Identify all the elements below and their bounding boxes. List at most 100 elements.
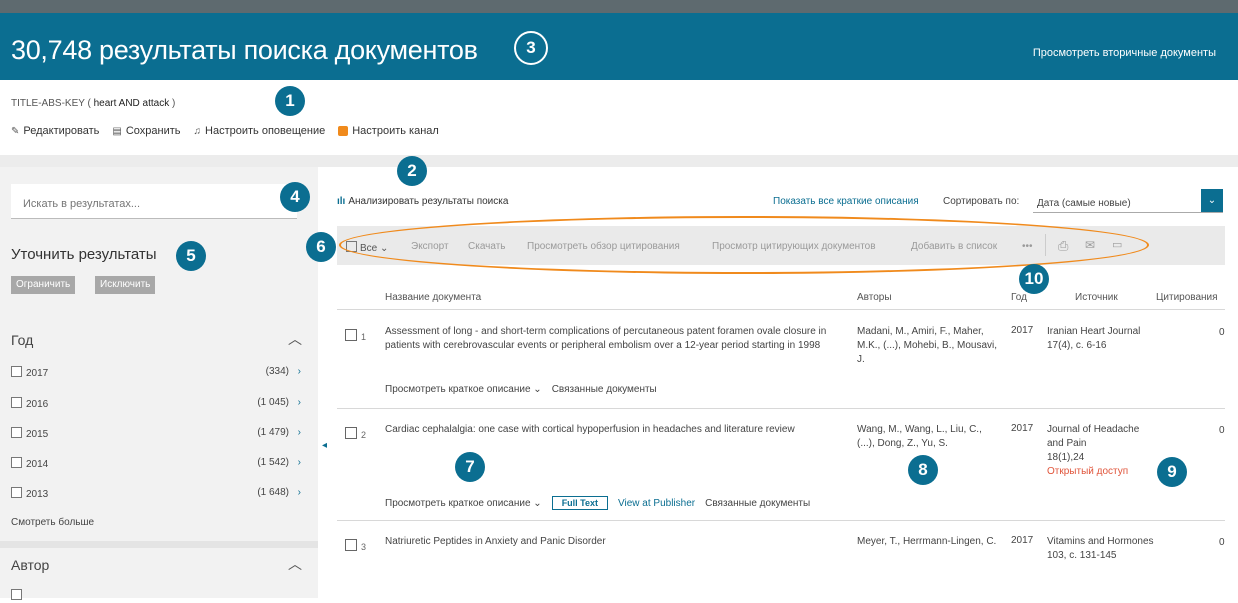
chevron-right-icon: › [297,457,301,468]
results-header: 30,748 результаты поиска документов Прос… [0,13,1238,80]
show-all-abstracts-link[interactable]: Показать все краткие описания [773,196,919,207]
set-alert-button[interactable]: ♫ Настроить оповещение [194,125,326,137]
callout-badge-2: 2 [397,156,427,186]
result-year: 2017 [1011,423,1034,434]
window-top-strip [0,0,1238,13]
view-abstract-link[interactable]: Просмотреть краткое описание ⌄ [385,384,542,395]
show-more-years-link[interactable]: Смотреть больше [11,517,94,528]
result-citations[interactable]: 0 [1219,425,1225,436]
checkbox[interactable] [11,366,22,377]
pencil-icon: ✎ [11,125,20,137]
result-checkbox[interactable] [345,427,357,439]
checkbox[interactable] [11,487,22,498]
chevron-right-icon: › [297,397,301,408]
facet-year-2014[interactable]: 2014 (1 542) › [11,457,301,471]
result-year: 2017 [1011,535,1034,546]
rss-icon [338,126,349,136]
search-within-input[interactable] [21,197,275,211]
facet-year-2017[interactable]: 2017 (334) › [11,366,301,380]
result-source[interactable]: Vitamins and Hormones 103, с. 131-145 [1047,535,1157,563]
search-within-results [11,184,297,219]
callout-badge-1: 1 [275,86,305,116]
search-query-terms: heart AND attack [93,98,170,109]
result-checkbox[interactable] [345,329,357,341]
checkbox[interactable] [11,457,22,468]
query-actions: ✎ Редактировать ▤ Сохранить ♫ Настроить опо… [11,125,439,137]
edit-query-button[interactable]: ✎ Редактировать [11,125,99,137]
bell-icon: ♫ [193,125,202,137]
result-authors[interactable]: Meyer, T., Herrmann-Lingen, C. [857,535,1002,549]
facet-year-2016[interactable]: 2016 (1 045) › [11,397,301,411]
sort-value: Дата (самые новые) [1037,198,1131,209]
facet-year-2013[interactable]: 2013 (1 648) › [11,487,301,501]
callout-badge-8: 8 [908,455,938,485]
column-header-authors[interactable]: Авторы [857,292,892,303]
callout-badge-9: 9 [1157,457,1187,487]
save-search-button[interactable]: ▤ Сохранить [112,125,180,137]
facet-year-2015[interactable]: 2015 (1 479) › [11,427,301,441]
author-facet-title: Автор [11,557,50,573]
result-links: Просмотреть краткое описание ⌄ Full Text… [385,496,810,510]
checkbox[interactable] [11,397,22,408]
result-title[interactable]: Assessment of long - and short-term comp… [385,325,840,353]
view-abstract-link[interactable]: Просмотреть краткое описание ⌄ [385,498,542,509]
chevron-down-icon[interactable]: ⌄ [1201,189,1223,212]
bar-chart-icon: ılı [337,196,346,207]
year-facet-title: Год [11,332,34,348]
limit-button[interactable]: Ограничить [11,276,76,294]
sort-label: Сортировать по: [943,196,1020,207]
callout-badge-4: 4 [280,182,310,212]
result-citations[interactable]: 0 [1219,327,1225,338]
row-divider [337,520,1225,521]
row-divider [337,408,1225,409]
sort-select[interactable]: Дата (самые новые) ⌄ [1033,189,1223,213]
set-feed-button[interactable]: Настроить канал [338,125,439,137]
analyze-results-link[interactable]: ılı Анализировать результаты поиска [337,196,508,207]
exclude-button[interactable]: Исключить [95,276,156,294]
chevron-right-icon: › [297,427,301,438]
search-query: TITLE-ABS-KEY ( heart AND attack ) [11,98,176,109]
column-header-citations[interactable]: Цитирования [1156,292,1218,303]
callout-badge-6: 6 [306,232,336,262]
header-divider [337,309,1225,310]
result-year: 2017 [1011,325,1034,336]
chevron-right-icon: › [297,487,301,498]
checkbox[interactable] [11,427,22,438]
result-number: 3 [361,542,367,552]
callout-badge-10: 10 [1019,264,1049,294]
result-links: Просмотреть краткое описание ⌄ Связанные… [385,384,657,395]
collapse-sidebar-icon[interactable]: ◂ [322,440,327,451]
result-authors[interactable]: Wang, M., Wang, L., Liu, C., (...), Dong… [857,423,1002,451]
column-header-source[interactable]: Источник [1075,292,1118,303]
callout-badge-5: 5 [176,241,206,271]
collapse-author-facet-icon[interactable]: ︿ [288,554,302,574]
refine-sidebar [0,167,318,598]
open-access-badge: Открытый доступ [1047,466,1129,477]
chevron-right-icon: › [297,366,301,377]
save-icon: ▤ [112,125,122,137]
result-source[interactable]: Iranian Heart Journal 17(4), с. 6-16 [1047,325,1157,353]
callout-badge-7: 7 [455,452,485,482]
refine-results-title: Уточнить результаты [11,246,157,263]
facet-author-row[interactable] [11,589,301,603]
result-citations[interactable]: 0 [1219,537,1225,548]
result-title[interactable]: Cardiac cephalalgia: one case with corti… [385,423,840,437]
checkbox[interactable] [11,589,22,600]
facet-separator [0,541,318,548]
collapse-year-facet-icon[interactable]: ︿ [288,329,302,349]
full-text-button[interactable]: Full Text [551,496,609,510]
result-authors[interactable]: Madani, M., Amiri, F., Maher, M.K., (...… [857,325,1002,367]
result-number: 2 [361,430,367,440]
related-documents-link[interactable]: Связанные документы [552,384,657,395]
result-number: 1 [361,332,367,342]
result-checkbox[interactable] [345,539,357,551]
section-divider [0,155,1238,167]
column-header-year[interactable]: Год [1011,292,1027,303]
view-secondary-documents-link[interactable]: Просмотреть вторичные документы [1033,47,1216,59]
view-at-publisher-link[interactable]: View at Publisher [618,498,695,509]
result-title[interactable]: Natriuretic Peptides in Anxiety and Pani… [385,535,840,549]
related-documents-link[interactable]: Связанные документы [705,498,810,509]
callout-badge-3: 3 [514,31,548,65]
column-header-title[interactable]: Название документа [385,292,481,303]
result-source[interactable]: Journal of Headache and Pain 18(1),24 Откр… [1047,423,1157,479]
